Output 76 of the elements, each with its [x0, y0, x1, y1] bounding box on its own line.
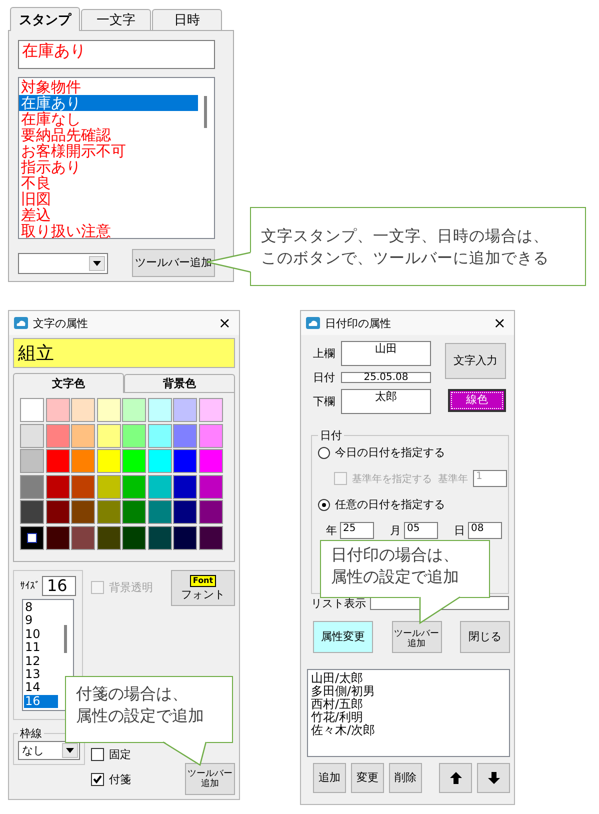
- list-item[interactable]: 竹花/利明: [311, 711, 506, 724]
- size-field[interactable]: 16: [42, 576, 76, 596]
- tab[interactable]: 一文字: [81, 9, 151, 30]
- action-button[interactable]: ツールバー 追加: [392, 621, 442, 653]
- list-item[interactable]: 佐々木/次郎: [311, 724, 506, 737]
- list-item[interactable]: 14: [24, 681, 58, 695]
- field-label: 日付: [313, 370, 335, 385]
- input-field[interactable]: 太郎: [341, 389, 431, 414]
- field-label: 年: [326, 523, 337, 538]
- list-item[interactable]: 13: [24, 668, 58, 682]
- tab[interactable]: スタンプ: [10, 7, 80, 31]
- list-item[interactable]: 差込: [19, 207, 198, 223]
- list-item[interactable]: 要納品先確認: [19, 127, 198, 143]
- list-item[interactable]: 12: [24, 654, 58, 668]
- input-field[interactable]: 08: [468, 522, 502, 539]
- radio-label: 任意の日付を指定する: [335, 497, 445, 512]
- dropdown[interactable]: なし: [18, 741, 80, 760]
- list-item[interactable]: 旧図: [19, 191, 198, 207]
- list-button[interactable]: 変更: [351, 763, 384, 793]
- field-label: 日: [454, 523, 465, 538]
- list-box[interactable]: 対象物件 在庫あり 在庫なし 要納品先確認 お客様開示不可 指示あり 不良 旧図 差込 取り扱い注意: [18, 77, 215, 239]
- toolbar-add-button[interactable]: ツールバー 追加: [185, 763, 235, 795]
- checkbox-label: 付箋: [109, 772, 131, 787]
- callout-text: 日付印の場合は、 属性の設定で追加: [331, 544, 460, 588]
- input-field[interactable]: 組立: [13, 338, 235, 368]
- tab[interactable]: 文字色: [13, 373, 124, 393]
- size-label: ｻｲｽﾞ: [20, 580, 40, 592]
- list-box[interactable]: 山田/太郎 多田側/初男 西村/五郎 竹花/利明 佐々木/次郎: [307, 669, 510, 757]
- field-label: 下欄: [313, 394, 335, 409]
- list-button[interactable]: 追加: [313, 763, 346, 793]
- list-box[interactable]: 8 9 10 11 12 13 14 16: [22, 599, 74, 711]
- font-button[interactable]: Font フォント: [171, 570, 235, 606]
- input-field[interactable]: 25.05.08: [341, 372, 431, 383]
- input-field[interactable]: 25: [340, 522, 374, 539]
- list-item[interactable]: 8: [24, 601, 58, 614]
- list-item[interactable]: 在庫あり: [19, 95, 198, 111]
- line-color-button[interactable]: 線色: [448, 389, 506, 412]
- radio-label: 今日の日付を指定する: [335, 445, 445, 460]
- list-item[interactable]: 取り扱い注意: [19, 223, 198, 239]
- close-button[interactable]: ×: [218, 316, 231, 330]
- list-item[interactable]: 16: [24, 694, 58, 708]
- field-label: 基準年: [438, 472, 468, 486]
- list-item[interactable]: 対象物件: [19, 79, 198, 95]
- input-field[interactable]: 在庫あり: [18, 40, 215, 69]
- list-item[interactable]: 在庫なし: [19, 111, 198, 127]
- checkbox-label: 背景透明: [109, 580, 153, 595]
- list-item[interactable]: 不良: [19, 175, 198, 191]
- input-field[interactable]: 05: [404, 522, 438, 539]
- list-item[interactable]: 指示あり: [19, 159, 198, 175]
- input-field[interactable]: 山田: [341, 341, 431, 366]
- list-item[interactable]: 10: [24, 628, 58, 642]
- action-button[interactable]: 閉じる: [460, 621, 510, 653]
- tab[interactable]: 日時: [152, 9, 222, 30]
- list-button[interactable]: 削除: [389, 763, 422, 793]
- callout-text: 文字スタンプ、一文字、日時の場合は、 このボタンで、ツールバーに追加できる: [261, 226, 550, 270]
- callout-text: 付箋の場合は、 属性の設定で追加: [76, 683, 205, 726]
- list-item[interactable]: 山田/太郎: [311, 672, 506, 685]
- checkbox-label: 基準年を指定する: [352, 472, 432, 486]
- group-label: 日付: [319, 428, 343, 443]
- list-item[interactable]: お客様開示不可: [19, 143, 198, 159]
- list-item[interactable]: 西村/五郎: [311, 698, 506, 711]
- field-label: 月: [390, 523, 401, 538]
- group-label: 枠線: [19, 726, 43, 741]
- close-button[interactable]: ×: [493, 316, 506, 330]
- checkbox-label: 固定: [109, 747, 131, 762]
- action-button[interactable]: 属性変更: [313, 621, 373, 653]
- field-label: リスト表示: [311, 596, 366, 610]
- field-label: 上欄: [313, 346, 335, 361]
- window-title: 文字の属性: [33, 316, 88, 330]
- font-badge: Font: [190, 574, 216, 587]
- list-item[interactable]: 多田側/初男: [311, 685, 506, 698]
- list-item[interactable]: 11: [24, 641, 58, 655]
- list-item[interactable]: 9: [24, 614, 58, 628]
- text-input-button[interactable]: 文字入力: [445, 343, 506, 379]
- window-title: 日付印の属性: [325, 316, 391, 330]
- tab[interactable]: 背景色: [124, 374, 235, 392]
